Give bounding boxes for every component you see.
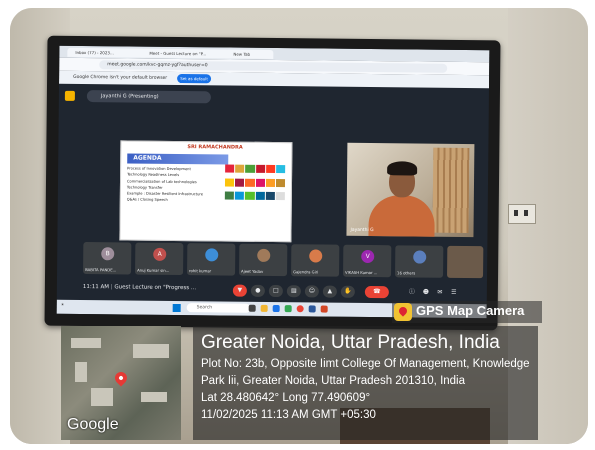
gps-brand-label: GPS Map Camera bbox=[416, 303, 525, 318]
building bbox=[71, 338, 101, 348]
windows-start-icon[interactable] bbox=[172, 303, 181, 313]
gps-map-camera-badge: GPS Map Camera bbox=[392, 301, 542, 323]
shared-slide: SRI RAMACHANDRA AGENDA Process of Innova… bbox=[119, 140, 293, 243]
capture-datetime: 11/02/2025 11:13 AM GMT +05:30 bbox=[201, 409, 376, 421]
mic-icon[interactable]: ● bbox=[250, 284, 265, 297]
building bbox=[141, 392, 167, 402]
powerpoint-icon[interactable] bbox=[320, 305, 328, 313]
speaker-hair bbox=[387, 161, 418, 176]
participant-tile[interactable]: Gajendra Giri bbox=[291, 244, 340, 277]
task-view-icon[interactable] bbox=[248, 304, 256, 312]
speaker-name: Jayanthi G bbox=[350, 227, 374, 234]
participant-tile[interactable] bbox=[447, 245, 484, 279]
captions-button[interactable]: ▤ bbox=[286, 285, 301, 298]
browser-tab-active[interactable]: Meet - Guest Lecture on "P... bbox=[141, 48, 230, 59]
meeting-title: Guest Lecture on "Progress ... bbox=[114, 284, 197, 292]
info-icon[interactable]: ⓘ bbox=[407, 286, 417, 298]
participant-name: rohit kumar bbox=[189, 268, 212, 274]
activities-icon[interactable]: ☰ bbox=[449, 287, 459, 299]
emoji-button[interactable]: ☺ bbox=[304, 285, 319, 298]
building bbox=[133, 344, 169, 358]
participant-tile[interactable]: 16 others bbox=[395, 245, 444, 278]
participant-tile[interactable]: rohit kumar bbox=[187, 243, 236, 276]
participant-name: BABITA PANDE... bbox=[85, 267, 117, 273]
taskbar-search[interactable]: Search bbox=[186, 303, 251, 313]
set-default-button[interactable]: Set as default bbox=[177, 73, 212, 84]
default-browser-notice: Google Chrome isn't your default browser bbox=[73, 74, 168, 81]
meet-header: Jayanthi G (Presenting) bbox=[64, 90, 483, 106]
participant-tile[interactable]: A Anuj Kumar sin... bbox=[135, 242, 184, 276]
tv-monitor: Inbox (77) - 2023... Meet - Guest Lectur… bbox=[44, 35, 501, 331]
store-icon[interactable] bbox=[284, 305, 292, 313]
weather-widget[interactable]: ☀ bbox=[61, 302, 65, 307]
present-button[interactable]: ▲ bbox=[322, 285, 337, 298]
location-info-panel: Greater Noida, Uttar Pradesh, India Plot… bbox=[193, 326, 538, 440]
avatar: B bbox=[101, 247, 115, 261]
address-line-1: Plot No: 23b, Opposite Iimt College Of M… bbox=[201, 358, 530, 370]
agenda-list: Process of Innovation Development Techno… bbox=[127, 165, 227, 204]
google-logo: Google bbox=[67, 416, 119, 433]
avatar bbox=[257, 248, 271, 262]
tv-screen: Inbox (77) - 2023... Meet - Guest Lectur… bbox=[56, 45, 490, 319]
participant-name: Anuj Kumar sin... bbox=[137, 267, 170, 273]
door bbox=[432, 147, 470, 234]
avatar bbox=[309, 249, 323, 263]
building bbox=[75, 362, 87, 382]
address-line-2: Park Iii, Greater Noida, Uttar Pradesh 2… bbox=[201, 375, 466, 387]
chrome-icon[interactable] bbox=[296, 305, 304, 313]
agenda-item: Q&As / Closing Speech bbox=[126, 197, 168, 203]
participant-name: Ajeet Yadav bbox=[241, 268, 264, 274]
file-explorer-icon[interactable] bbox=[260, 304, 268, 312]
location-pin-icon bbox=[112, 369, 130, 387]
avatar bbox=[413, 250, 427, 264]
participant-strip: B BABITA PANDE... A Anuj Kumar sin... ro… bbox=[83, 242, 484, 279]
participant-tile[interactable]: B BABITA PANDE... bbox=[83, 242, 132, 275]
word-icon[interactable] bbox=[308, 305, 316, 313]
avatar bbox=[205, 248, 219, 262]
map-pin-icon bbox=[394, 303, 412, 321]
mic-off-button[interactable]: ▼ bbox=[232, 284, 247, 297]
power-socket bbox=[508, 204, 536, 224]
avatar: V bbox=[361, 249, 375, 264]
browser-tab[interactable]: Inbox (77) - 2023... bbox=[67, 47, 146, 58]
edge-icon[interactable] bbox=[272, 305, 280, 313]
sdg-icons-grid bbox=[224, 164, 286, 206]
meeting-info: 11:11 AM | Guest Lecture on "Progress ..… bbox=[82, 284, 197, 292]
people-icon[interactable]: ☻ bbox=[421, 287, 431, 299]
chat-icon[interactable]: ✉ bbox=[435, 287, 445, 299]
building bbox=[91, 388, 113, 406]
speaker-video: Jayanthi G bbox=[346, 142, 475, 238]
participant-name: Gajendra Giri bbox=[293, 269, 319, 275]
meet-control-bar: 11:11 AM | Guest Lecture on "Progress ..… bbox=[57, 280, 487, 303]
meet-logo-icon bbox=[64, 90, 75, 101]
browser-tab[interactable]: New Tab bbox=[225, 49, 274, 60]
slide-heading: AGENDA bbox=[127, 153, 229, 165]
coordinates: Lat 28.480642° Long 77.490609° bbox=[201, 392, 371, 404]
speaker-body bbox=[368, 195, 435, 237]
end-call-button[interactable]: ☎ bbox=[364, 285, 389, 299]
presenter-pill: Jayanthi G (Presenting) bbox=[86, 90, 211, 104]
participant-name: 16 others bbox=[397, 270, 416, 276]
participant-tile[interactable]: Ajeet Yadav bbox=[239, 243, 288, 277]
participant-name: VIKASH Kumar ... bbox=[345, 269, 378, 276]
location-city: Greater Noida, Uttar Pradesh, India bbox=[201, 332, 500, 353]
meeting-time: 11:11 AM bbox=[82, 284, 110, 291]
raise-hand-button[interactable]: ✋ bbox=[340, 285, 355, 298]
satellite-map-thumbnail: Google bbox=[61, 326, 181, 440]
avatar: A bbox=[153, 247, 167, 261]
participant-tile[interactable]: V VIKASH Kumar ... bbox=[343, 244, 392, 278]
camera-button[interactable]: □ bbox=[268, 284, 283, 298]
